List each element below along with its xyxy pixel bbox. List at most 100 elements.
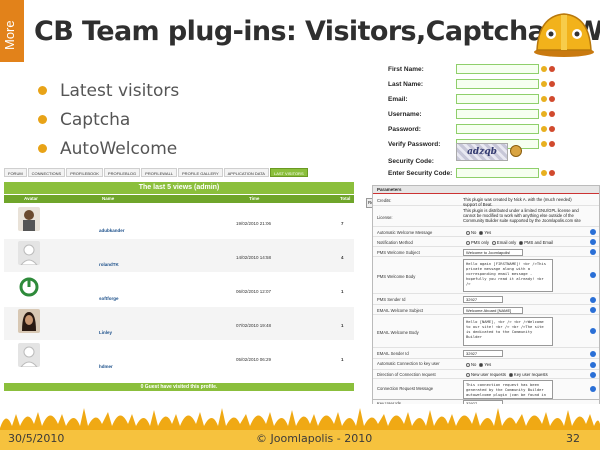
license-value: This plugin is distributed under a limit… — [463, 208, 581, 223]
hint-icon — [541, 66, 547, 72]
visitor-name-link[interactable]: hdmer — [99, 364, 113, 369]
credits-label: Credits: — [377, 198, 392, 203]
last-name-label: Last Name: — [388, 80, 424, 88]
license-label: License: — [377, 215, 393, 220]
tab-application-data[interactable]: APPLICATION DATA — [223, 168, 269, 177]
info-icon[interactable] — [590, 362, 596, 368]
direction-radio-group: New user requests Key user requests — [463, 372, 583, 377]
email-input[interactable] — [456, 94, 539, 104]
avatar[interactable] — [18, 343, 40, 367]
info-icon[interactable] — [590, 249, 596, 255]
radio-pms-and-email[interactable] — [519, 240, 524, 245]
param-row: EMAIL Welcome Subject Welcome Aboard [NA… — [373, 306, 599, 315]
field-status-icons — [541, 81, 555, 87]
username-input[interactable] — [456, 109, 539, 119]
info-icon[interactable] — [590, 372, 596, 378]
tab-profile-gallery[interactable]: PROFILE GALLERY — [178, 168, 223, 177]
pms-subject-input[interactable]: Welcome to Joomlapolis! — [463, 249, 523, 256]
enter-security-code-label: Enter Security Code: — [388, 169, 453, 177]
profile-tabbar: FORUM CONNECTIONS PROFILEBOOK PROFILEBLO… — [4, 168, 354, 177]
radio-pms-only[interactable] — [466, 240, 470, 245]
tab-profilebook[interactable]: PROFILEBOOK — [66, 168, 103, 177]
required-icon — [549, 81, 555, 87]
pms-sender-input[interactable]: 32927 — [463, 296, 503, 303]
audio-captcha-speaker-icon[interactable] — [510, 145, 522, 157]
tab-forum[interactable]: FORUM — [4, 168, 27, 177]
email-subject-input[interactable]: Welcome Aboard [NAME] — [463, 307, 523, 314]
email-body-textarea[interactable]: Hello [NAME], <br /> <br />Welcome to ou… — [463, 317, 553, 346]
notification-radio-group: PMS only Email only PMS and Email — [463, 240, 583, 245]
radio-new-user[interactable] — [466, 372, 470, 377]
param-row: Direction of Connection request New user… — [373, 371, 599, 379]
info-icon[interactable] — [590, 297, 596, 303]
bullet-dot-icon — [38, 86, 47, 95]
required-icon — [549, 66, 555, 72]
pms-body-textarea[interactable]: Hello again [FIRSTNAME]! <br />This priv… — [463, 259, 553, 292]
parameters-header: Parameters — [373, 186, 599, 194]
info-icon[interactable] — [590, 307, 596, 313]
radio-yes-label: Yes — [484, 230, 492, 235]
visitor-name-link[interactable]: Linley — [99, 330, 112, 335]
avatar[interactable] — [18, 207, 40, 231]
avatar[interactable] — [18, 241, 40, 265]
visitor-row: Linley 07/02/2010 19:48 1 — [4, 307, 354, 340]
pms-sender-label: PMS Sender Id — [377, 297, 406, 302]
form-row: First Name: — [388, 62, 600, 76]
visitor-name-link[interactable]: adubkander — [99, 228, 125, 233]
col-name: Name — [102, 196, 115, 201]
form-row: Last Name: — [388, 77, 600, 91]
radio-no[interactable] — [466, 230, 470, 235]
param-row: PMS Sender Id 32927 — [373, 295, 599, 305]
form-row: Password: — [388, 122, 600, 136]
radio-no[interactable] — [466, 362, 470, 367]
radio-key-user[interactable] — [508, 372, 513, 377]
last-name-input[interactable] — [456, 79, 539, 89]
credits-value: This plugin was created by Nick A. with … — [463, 197, 572, 207]
radio-yes[interactable] — [479, 362, 484, 367]
security-code-input[interactable] — [456, 168, 539, 178]
first-name-label: First Name: — [388, 65, 424, 73]
visit-time: 06/02/2010 12:07 — [236, 289, 272, 294]
footer-page-number: 32 — [566, 432, 580, 445]
info-icon[interactable] — [590, 272, 596, 278]
more-side-tab[interactable]: More — [0, 0, 24, 62]
info-icon[interactable] — [590, 351, 596, 357]
visitors-column-header: Avatar Name Time Total — [4, 195, 354, 203]
required-icon — [549, 96, 555, 102]
visitor-name-link[interactable]: softforge — [99, 296, 119, 301]
tab-connections[interactable]: CONNECTIONS — [27, 168, 66, 177]
bullet-item: AutoWelcome — [38, 134, 179, 163]
info-icon[interactable] — [590, 328, 596, 334]
first-name-input[interactable] — [456, 64, 539, 74]
bullet-dot-icon — [38, 115, 47, 124]
more-label: More — [2, 20, 17, 50]
footer-date: 30/5/2010 — [8, 432, 65, 445]
tab-profileblog[interactable]: PROFILEBLOG — [103, 168, 141, 177]
guest-visits-footer: 0 Guest have visited this profile. — [4, 383, 354, 391]
info-icon[interactable] — [590, 239, 596, 245]
param-row: Credits: This plugin was created by Nick… — [373, 196, 599, 207]
avatar[interactable] — [18, 309, 40, 333]
info-icon[interactable] — [590, 386, 596, 392]
footer-copyright: © Joomlapolis - 2010 — [256, 432, 373, 445]
avatar[interactable] — [18, 275, 40, 299]
hint-icon — [541, 170, 547, 176]
visitor-row: adubkander 19/02/2010 21:06 7 — [4, 205, 354, 238]
parameters-panel: Parameters Credits: This plugin was crea… — [372, 185, 600, 400]
visit-time: 14/02/2010 14:58 — [236, 255, 272, 260]
hint-icon — [541, 141, 547, 147]
auto-welcome-label: Automatic Welcome Message — [377, 230, 433, 235]
field-status-icons — [541, 170, 555, 176]
tab-profilewall[interactable]: PROFILEWALL — [141, 168, 178, 177]
conn-msg-textarea[interactable]: This connection request has been generat… — [463, 380, 553, 399]
password-input[interactable] — [456, 124, 539, 134]
radio-yes[interactable] — [479, 230, 484, 235]
email-subject-label: EMAIL Welcome Subject — [377, 308, 424, 313]
radio-email-only[interactable] — [491, 240, 496, 245]
info-icon[interactable] — [590, 229, 596, 235]
visit-total: 4 — [341, 255, 344, 260]
visitor-name-link[interactable]: rolandTK — [99, 262, 119, 267]
visit-time: 05/02/2010 06:29 — [236, 357, 272, 362]
tab-last-visitors[interactable]: LAST VISITORS — [269, 168, 308, 177]
email-sender-input[interactable]: 32927 — [463, 350, 503, 357]
